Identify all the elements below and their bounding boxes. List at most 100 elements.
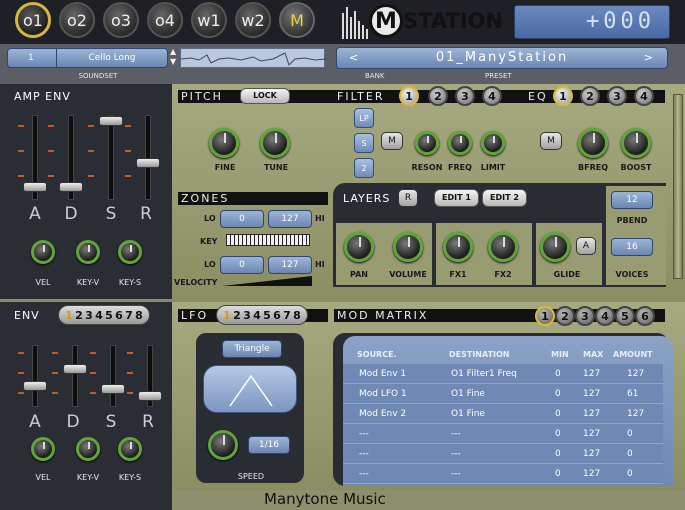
amp-release-thumb[interactable]: [136, 158, 160, 168]
wave-1-button[interactable]: w1: [191, 2, 227, 38]
table-row[interactable]: Mod Env 2 O1 Fine 0 127 127: [343, 404, 663, 424]
soundset-name[interactable]: Cello Long: [56, 48, 168, 68]
filter-reson-knob[interactable]: [415, 131, 439, 155]
filter-freq-knob[interactable]: [448, 131, 472, 155]
pbend-field[interactable]: 12: [611, 191, 653, 209]
mod-matrix-2-button[interactable]: 2: [555, 306, 575, 326]
mod-matrix-4-button[interactable]: 4: [595, 306, 615, 326]
zones-key-hi-field[interactable]: 127: [268, 210, 312, 228]
filter-mode-s[interactable]: S: [354, 133, 374, 153]
osc-3-button[interactable]: o3: [103, 2, 139, 38]
filter-4-button[interactable]: 4: [482, 86, 502, 106]
amp-key-s-knob[interactable]: [118, 240, 142, 264]
eq-2-button[interactable]: 2: [580, 86, 600, 106]
scrollbar-track[interactable]: [673, 94, 683, 279]
amp-key-v-knob[interactable]: [76, 240, 100, 264]
filter-mode-lp[interactable]: LP: [354, 108, 374, 128]
eq-4-button[interactable]: 4: [634, 86, 654, 106]
zones-vel-lo-field[interactable]: 0: [220, 256, 264, 274]
amp-sustain-thumb[interactable]: [99, 116, 123, 126]
env-tab-5[interactable]: 5: [104, 309, 114, 322]
filter-1-button[interactable]: 1: [399, 86, 419, 106]
eq-bfreq-knob[interactable]: [578, 128, 608, 158]
osc-2-button[interactable]: o2: [59, 2, 95, 38]
mod-matrix-3-button[interactable]: 3: [575, 306, 595, 326]
layers-r-button[interactable]: R: [398, 189, 418, 207]
filter-m-button[interactable]: M: [381, 132, 403, 150]
lfo-tab-5[interactable]: 5: [262, 309, 272, 322]
lfo-tab-1[interactable]: 1: [222, 309, 232, 322]
filter-3-button[interactable]: 3: [455, 86, 475, 106]
master-button[interactable]: M: [279, 2, 315, 38]
env-decay-thumb[interactable]: [63, 364, 87, 374]
table-row[interactable]: Mod Env 1 O1 Filter1 Freq 0 127 127: [343, 364, 663, 384]
layers-pan-knob[interactable]: [344, 232, 374, 262]
amp-attack-thumb[interactable]: [23, 182, 47, 192]
voices-field[interactable]: 16: [611, 238, 653, 256]
lfo-wave-select[interactable]: Triangle: [222, 340, 282, 358]
layers-fx2-knob[interactable]: [488, 232, 518, 262]
filter-limit-knob[interactable]: [481, 131, 505, 155]
zones-key-lo-field[interactable]: 0: [220, 210, 264, 228]
table-row[interactable]: --- --- 0 127 0: [343, 464, 663, 484]
env-sustain-track[interactable]: [110, 345, 116, 407]
env-key-v-knob[interactable]: [76, 437, 100, 461]
soundset-spin-icon[interactable]: ▲ ▼: [170, 47, 178, 69]
pitch-fine-knob[interactable]: [209, 128, 239, 158]
eq-boost-knob[interactable]: [621, 128, 651, 158]
keyboard-icon[interactable]: [226, 234, 310, 246]
lfo-tab-7[interactable]: 7: [282, 309, 292, 322]
env-tab-2[interactable]: 2: [74, 309, 84, 322]
layers-edit-1-button[interactable]: EDIT 1: [434, 189, 479, 207]
eq-1-button[interactable]: 1: [553, 86, 573, 106]
mod-matrix-5-button[interactable]: 5: [615, 306, 635, 326]
env-tab-3[interactable]: 3: [84, 309, 94, 322]
env-sustain-thumb[interactable]: [101, 384, 125, 394]
layers-fx1-knob[interactable]: [443, 232, 473, 262]
table-row[interactable]: --- --- 0 127 0: [343, 444, 663, 464]
mod-matrix-1-button[interactable]: 1: [535, 306, 555, 326]
lfo-tab-3[interactable]: 3: [242, 309, 252, 322]
eq-m-button[interactable]: M: [540, 132, 562, 150]
amp-sustain-track[interactable]: [108, 115, 114, 200]
layers-edit-2-button[interactable]: EDIT 2: [482, 189, 527, 207]
layers-glide-knob[interactable]: [540, 232, 570, 262]
env-tab-4[interactable]: 4: [94, 309, 104, 322]
osc-1-button[interactable]: o1: [15, 2, 51, 38]
env-release-thumb[interactable]: [138, 391, 162, 401]
env-key-s-knob[interactable]: [118, 437, 142, 461]
zones-vel-hi-field[interactable]: 127: [268, 256, 312, 274]
bank-prev-button[interactable]: <: [349, 48, 360, 68]
table-row[interactable]: --- --- 0 127 0: [343, 424, 663, 444]
amp-vel-knob[interactable]: [31, 240, 55, 264]
filter-mode-2[interactable]: 2: [354, 158, 374, 178]
env-tab-8[interactable]: 8: [134, 309, 144, 322]
eq-3-button[interactable]: 3: [607, 86, 627, 106]
mod-matrix-6-button[interactable]: 6: [635, 306, 655, 326]
lfo-tab-4[interactable]: 4: [252, 309, 262, 322]
env-tab-1[interactable]: 1: [64, 309, 74, 322]
lfo-tab-6[interactable]: 6: [272, 309, 282, 322]
lfo-rate-field[interactable]: 1/16: [248, 436, 290, 454]
wave-2-button[interactable]: w2: [235, 2, 271, 38]
filter-2-button[interactable]: 2: [428, 86, 448, 106]
bank-next-button[interactable]: >: [644, 48, 655, 68]
pitch-lock-button[interactable]: LOCK: [240, 88, 290, 104]
env-tab-7[interactable]: 7: [124, 309, 134, 322]
env-vel-knob[interactable]: [31, 437, 55, 461]
env-tab-6[interactable]: 6: [114, 309, 124, 322]
table-row[interactable]: Mod LFO 1 O1 Fine 0 127 61: [343, 384, 663, 404]
env-attack-track[interactable]: [32, 345, 38, 407]
layers-volume-knob[interactable]: [393, 232, 423, 262]
lfo-speed-knob[interactable]: [208, 430, 238, 460]
amp-decay-thumb[interactable]: [59, 182, 83, 192]
pitch-tune-knob[interactable]: [260, 128, 290, 158]
bank-selector[interactable]: < 01_ManyStation >: [336, 47, 668, 69]
osc-4-button[interactable]: o4: [147, 2, 183, 38]
lfo-tab-8[interactable]: 8: [292, 309, 302, 322]
env-attack-thumb[interactable]: [23, 381, 47, 391]
lfo-tab-2[interactable]: 2: [232, 309, 242, 322]
layers-a-button[interactable]: A: [576, 237, 596, 255]
soundset-number[interactable]: 1: [7, 48, 57, 68]
env-decay-track[interactable]: [72, 345, 78, 407]
